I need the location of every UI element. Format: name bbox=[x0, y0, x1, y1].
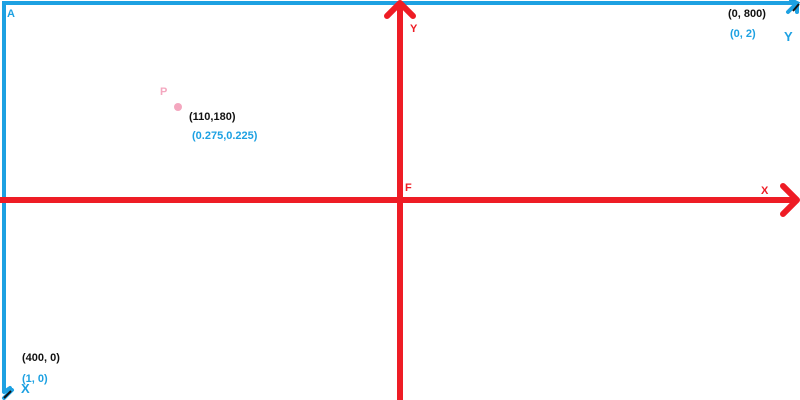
point-p-normalized-coords: (0.275,0.225) bbox=[192, 130, 258, 142]
red-x-axis-label: X bbox=[761, 185, 769, 197]
center-f-label: F bbox=[405, 182, 412, 194]
point-p-marker bbox=[174, 103, 182, 111]
blue-x-axis-label: X bbox=[21, 381, 30, 396]
diagram-canvas: A Y F X P (110,180) (0.275,0.225) (0, 80… bbox=[0, 0, 800, 400]
point-p-label: P bbox=[160, 86, 167, 98]
corner-a-label: A bbox=[7, 8, 15, 20]
coordinate-diagram: A Y F X P (110,180) (0.275,0.225) (0, 80… bbox=[0, 0, 800, 400]
topright-pixel-coords: (0, 800) bbox=[728, 8, 766, 20]
topright-normalized-coords: (0, 2) bbox=[730, 28, 756, 40]
bottomleft-pixel-coords: (400, 0) bbox=[22, 352, 60, 364]
red-y-axis-label: Y bbox=[410, 23, 418, 35]
point-p-pixel-coords: (110,180) bbox=[189, 111, 236, 123]
blue-y-axis-label: Y bbox=[784, 29, 793, 44]
